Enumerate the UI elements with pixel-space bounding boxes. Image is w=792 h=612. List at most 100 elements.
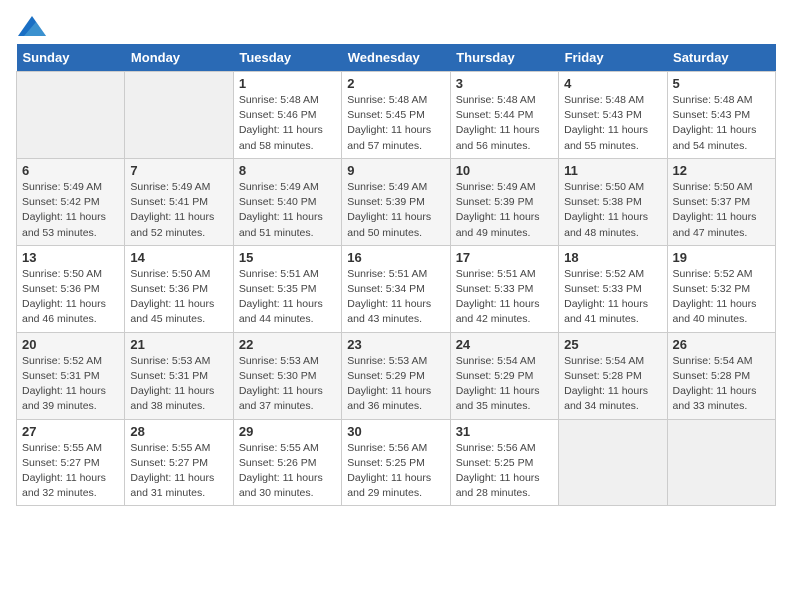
weekday-header-friday: Friday bbox=[559, 44, 667, 72]
weekday-header-saturday: Saturday bbox=[667, 44, 775, 72]
page-header bbox=[16, 16, 776, 32]
day-number: 24 bbox=[456, 337, 553, 352]
calendar-cell: 28 Sunrise: 5:55 AM Sunset: 5:27 PM Dayli… bbox=[125, 419, 233, 506]
calendar-cell: 4Sunrise: 5:48 AM Sunset: 5:43 PM Daylig… bbox=[559, 72, 667, 159]
day-info: Sunrise: 5:48 AM Sunset: 5:43 PM Dayligh… bbox=[564, 93, 661, 154]
calendar-cell: 10Sunrise: 5:49 AM Sunset: 5:39 PM Dayli… bbox=[450, 158, 558, 245]
calendar-cell: 27 Sunrise: 5:55 AM Sunset: 5:27 PM Dayli… bbox=[17, 419, 125, 506]
day-number: 26 bbox=[673, 337, 770, 352]
day-number: 18 bbox=[564, 250, 661, 265]
calendar-cell bbox=[125, 72, 233, 159]
weekday-header-row: SundayMondayTuesdayWednesdayThursdayFrid… bbox=[17, 44, 776, 72]
day-number: 30 bbox=[347, 424, 444, 439]
calendar-table: SundayMondayTuesdayWednesdayThursdayFrid… bbox=[16, 44, 776, 506]
day-info: Sunrise: 5:50 AM Sunset: 5:37 PM Dayligh… bbox=[673, 180, 770, 241]
week-row-4: 20Sunrise: 5:52 AM Sunset: 5:31 PM Dayli… bbox=[17, 332, 776, 419]
day-info: Sunrise: 5:49 AM Sunset: 5:41 PM Dayligh… bbox=[130, 180, 227, 241]
day-number: 12 bbox=[673, 163, 770, 178]
day-info: Sunrise: 5:54 AM Sunset: 5:29 PM Dayligh… bbox=[456, 354, 553, 415]
day-info: Sunrise: 5:48 AM Sunset: 5:43 PM Dayligh… bbox=[673, 93, 770, 154]
day-info: Sunrise: 5:48 AM Sunset: 5:44 PM Dayligh… bbox=[456, 93, 553, 154]
calendar-cell: 18Sunrise: 5:52 AM Sunset: 5:33 PM Dayli… bbox=[559, 245, 667, 332]
week-row-3: 13 Sunrise: 5:50 AM Sunset: 5:36 PM Dayli… bbox=[17, 245, 776, 332]
week-row-1: 1 Sunrise: 5:48 AM Sunset: 5:46 PM Daylig… bbox=[17, 72, 776, 159]
weekday-header-wednesday: Wednesday bbox=[342, 44, 450, 72]
day-number: 21 bbox=[130, 337, 227, 352]
day-info: Sunrise: 5:54 AM Sunset: 5:28 PM Dayligh… bbox=[673, 354, 770, 415]
day-info: Sunrise: 5:49 AM Sunset: 5:39 PM Dayligh… bbox=[347, 180, 444, 241]
calendar-cell bbox=[667, 419, 775, 506]
day-info: Sunrise: 5:55 AM Sunset: 5:26 PM Dayligh… bbox=[239, 441, 336, 502]
calendar-cell: 3 Sunrise: 5:48 AM Sunset: 5:44 PM Daylig… bbox=[450, 72, 558, 159]
calendar-cell: 23Sunrise: 5:53 AM Sunset: 5:29 PM Dayli… bbox=[342, 332, 450, 419]
day-info: Sunrise: 5:53 AM Sunset: 5:31 PM Dayligh… bbox=[130, 354, 227, 415]
day-number: 14 bbox=[130, 250, 227, 265]
day-number: 3 bbox=[456, 76, 553, 91]
day-info: Sunrise: 5:50 AM Sunset: 5:36 PM Dayligh… bbox=[22, 267, 119, 328]
day-number: 19 bbox=[673, 250, 770, 265]
calendar-cell bbox=[559, 419, 667, 506]
day-info: Sunrise: 5:53 AM Sunset: 5:29 PM Dayligh… bbox=[347, 354, 444, 415]
calendar-cell: 14 Sunrise: 5:50 AM Sunset: 5:36 PM Dayli… bbox=[125, 245, 233, 332]
day-number: 5 bbox=[673, 76, 770, 91]
calendar-cell: 12 Sunrise: 5:50 AM Sunset: 5:37 PM Dayli… bbox=[667, 158, 775, 245]
day-number: 17 bbox=[456, 250, 553, 265]
day-number: 16 bbox=[347, 250, 444, 265]
day-number: 1 bbox=[239, 76, 336, 91]
day-number: 11 bbox=[564, 163, 661, 178]
calendar-cell: 24 Sunrise: 5:54 AM Sunset: 5:29 PM Dayli… bbox=[450, 332, 558, 419]
calendar-cell: 21 Sunrise: 5:53 AM Sunset: 5:31 PM Dayli… bbox=[125, 332, 233, 419]
calendar-cell: 8 Sunrise: 5:49 AM Sunset: 5:40 PM Daylig… bbox=[233, 158, 341, 245]
day-info: Sunrise: 5:49 AM Sunset: 5:42 PM Dayligh… bbox=[22, 180, 119, 241]
calendar-cell: 11 Sunrise: 5:50 AM Sunset: 5:38 PM Dayli… bbox=[559, 158, 667, 245]
day-number: 8 bbox=[239, 163, 336, 178]
logo bbox=[16, 16, 46, 32]
day-info: Sunrise: 5:55 AM Sunset: 5:27 PM Dayligh… bbox=[130, 441, 227, 502]
day-info: Sunrise: 5:51 AM Sunset: 5:34 PM Dayligh… bbox=[347, 267, 444, 328]
calendar-cell: 22 Sunrise: 5:53 AM Sunset: 5:30 PM Dayli… bbox=[233, 332, 341, 419]
day-info: Sunrise: 5:48 AM Sunset: 5:45 PM Dayligh… bbox=[347, 93, 444, 154]
calendar-cell: 20Sunrise: 5:52 AM Sunset: 5:31 PM Dayli… bbox=[17, 332, 125, 419]
day-number: 27 bbox=[22, 424, 119, 439]
day-info: Sunrise: 5:54 AM Sunset: 5:28 PM Dayligh… bbox=[564, 354, 661, 415]
day-info: Sunrise: 5:55 AM Sunset: 5:27 PM Dayligh… bbox=[22, 441, 119, 502]
calendar-cell: 29 Sunrise: 5:55 AM Sunset: 5:26 PM Dayli… bbox=[233, 419, 341, 506]
day-number: 6 bbox=[22, 163, 119, 178]
weekday-header-tuesday: Tuesday bbox=[233, 44, 341, 72]
calendar-cell bbox=[17, 72, 125, 159]
calendar-cell: 7 Sunrise: 5:49 AM Sunset: 5:41 PM Daylig… bbox=[125, 158, 233, 245]
day-info: Sunrise: 5:50 AM Sunset: 5:38 PM Dayligh… bbox=[564, 180, 661, 241]
day-number: 31 bbox=[456, 424, 553, 439]
day-number: 9 bbox=[347, 163, 444, 178]
day-number: 13 bbox=[22, 250, 119, 265]
day-number: 7 bbox=[130, 163, 227, 178]
weekday-header-monday: Monday bbox=[125, 44, 233, 72]
day-number: 2 bbox=[347, 76, 444, 91]
day-info: Sunrise: 5:52 AM Sunset: 5:32 PM Dayligh… bbox=[673, 267, 770, 328]
calendar-cell: 26 Sunrise: 5:54 AM Sunset: 5:28 PM Dayli… bbox=[667, 332, 775, 419]
calendar-cell: 30 Sunrise: 5:56 AM Sunset: 5:25 PM Dayli… bbox=[342, 419, 450, 506]
calendar-cell: 31Sunrise: 5:56 AM Sunset: 5:25 PM Dayli… bbox=[450, 419, 558, 506]
day-info: Sunrise: 5:49 AM Sunset: 5:40 PM Dayligh… bbox=[239, 180, 336, 241]
calendar-cell: 17Sunrise: 5:51 AM Sunset: 5:33 PM Dayli… bbox=[450, 245, 558, 332]
day-number: 29 bbox=[239, 424, 336, 439]
day-info: Sunrise: 5:52 AM Sunset: 5:31 PM Dayligh… bbox=[22, 354, 119, 415]
day-number: 15 bbox=[239, 250, 336, 265]
calendar-cell: 19 Sunrise: 5:52 AM Sunset: 5:32 PM Dayli… bbox=[667, 245, 775, 332]
calendar-cell: 5 Sunrise: 5:48 AM Sunset: 5:43 PM Daylig… bbox=[667, 72, 775, 159]
day-info: Sunrise: 5:53 AM Sunset: 5:30 PM Dayligh… bbox=[239, 354, 336, 415]
day-number: 10 bbox=[456, 163, 553, 178]
day-number: 28 bbox=[130, 424, 227, 439]
calendar-cell: 13 Sunrise: 5:50 AM Sunset: 5:36 PM Dayli… bbox=[17, 245, 125, 332]
day-number: 22 bbox=[239, 337, 336, 352]
day-info: Sunrise: 5:56 AM Sunset: 5:25 PM Dayligh… bbox=[347, 441, 444, 502]
logo-icon bbox=[18, 16, 46, 36]
day-info: Sunrise: 5:48 AM Sunset: 5:46 PM Dayligh… bbox=[239, 93, 336, 154]
calendar-cell: 1 Sunrise: 5:48 AM Sunset: 5:46 PM Daylig… bbox=[233, 72, 341, 159]
calendar-cell: 9 Sunrise: 5:49 AM Sunset: 5:39 PM Daylig… bbox=[342, 158, 450, 245]
weekday-header-sunday: Sunday bbox=[17, 44, 125, 72]
calendar-cell: 6 Sunrise: 5:49 AM Sunset: 5:42 PM Daylig… bbox=[17, 158, 125, 245]
day-info: Sunrise: 5:50 AM Sunset: 5:36 PM Dayligh… bbox=[130, 267, 227, 328]
calendar-cell: 15Sunrise: 5:51 AM Sunset: 5:35 PM Dayli… bbox=[233, 245, 341, 332]
calendar-cell: 2 Sunrise: 5:48 AM Sunset: 5:45 PM Daylig… bbox=[342, 72, 450, 159]
